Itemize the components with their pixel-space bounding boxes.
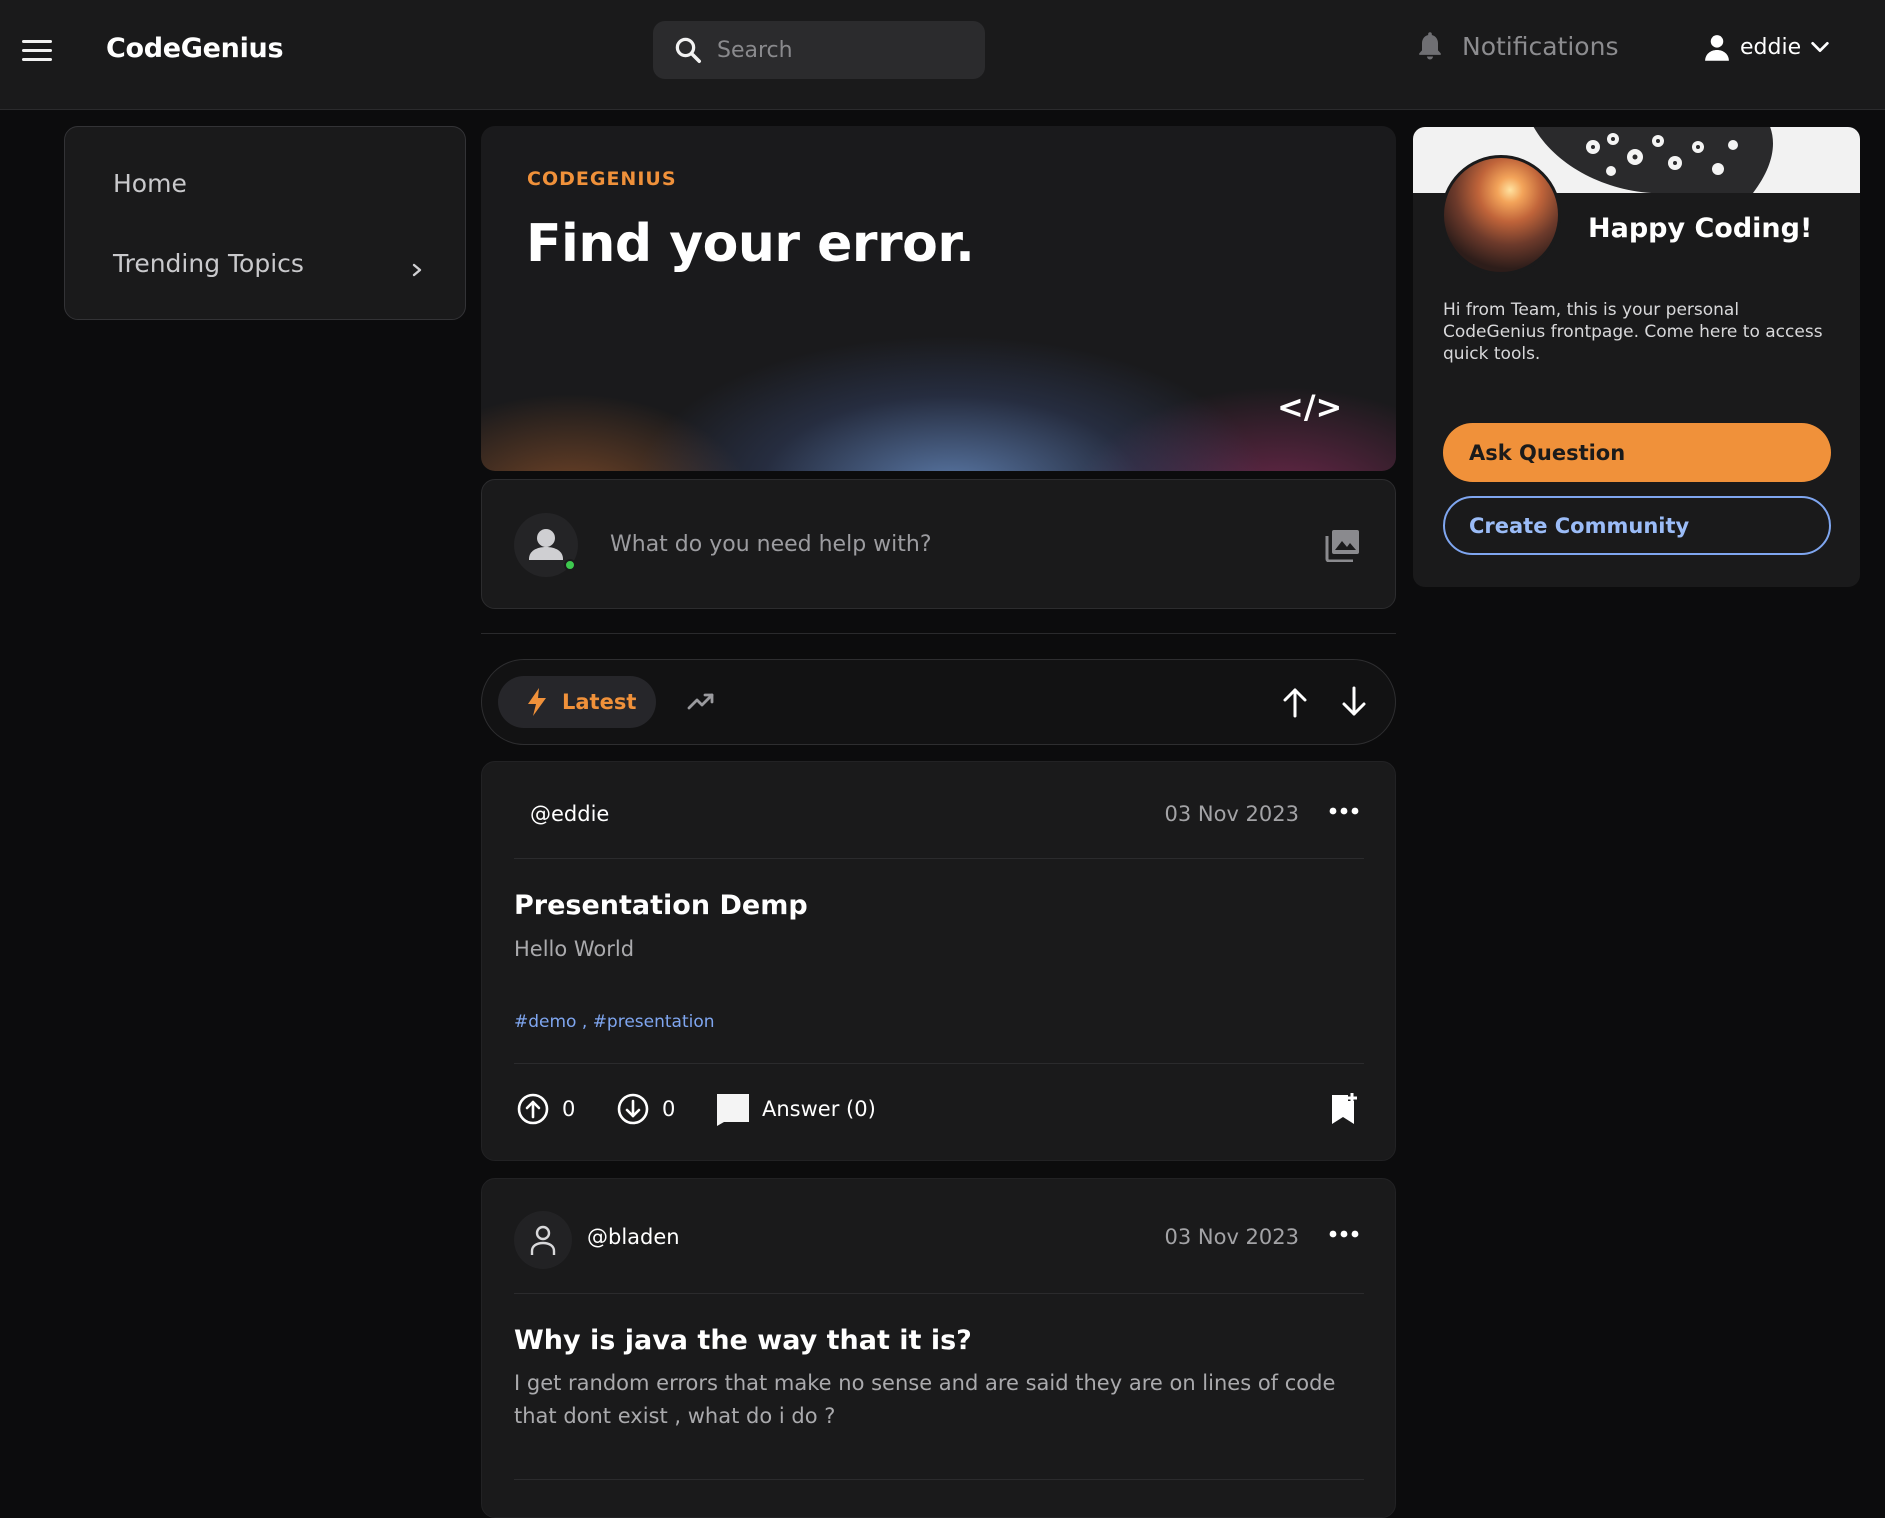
post-divider bbox=[514, 1293, 1364, 1294]
post-title[interactable]: Why is java the way that it is? bbox=[514, 1325, 972, 1356]
downvote-icon bbox=[617, 1093, 649, 1125]
post-body: Hello World bbox=[514, 937, 635, 961]
user-icon bbox=[1705, 35, 1729, 61]
sidebar: Home Trending Topics bbox=[64, 126, 466, 320]
question-input[interactable] bbox=[610, 522, 1260, 566]
post-card[interactable]: @bladen 03 Nov 2023 Why is java the way … bbox=[481, 1178, 1396, 1518]
post-title[interactable]: Presentation Demp bbox=[514, 890, 808, 921]
sort-bar: Latest bbox=[481, 659, 1396, 745]
hero-banner: CODEGENIUS Find your error. </> bbox=[481, 126, 1396, 471]
avatar[interactable] bbox=[514, 1211, 572, 1269]
code-icon: </> bbox=[1277, 388, 1343, 426]
search-input[interactable] bbox=[717, 37, 957, 63]
tag-link[interactable]: #presentation bbox=[593, 1012, 715, 1032]
question-composer bbox=[481, 479, 1396, 609]
upvote-icon bbox=[517, 1093, 549, 1125]
downvote-button[interactable]: 0 bbox=[616, 1092, 675, 1126]
menu-icon[interactable] bbox=[22, 38, 54, 62]
latest-sort-label: Latest bbox=[562, 690, 637, 714]
upvote-button[interactable]: 0 bbox=[516, 1092, 575, 1126]
chevron-right-icon[interactable] bbox=[410, 262, 424, 278]
divider bbox=[481, 633, 1396, 634]
post-author[interactable]: @eddie bbox=[530, 802, 609, 826]
user-menu[interactable]: eddie bbox=[1702, 32, 1831, 62]
hero-title: Find your error. bbox=[526, 214, 975, 274]
comment-icon bbox=[717, 1094, 749, 1126]
sidebar-item-home[interactable]: Home bbox=[113, 169, 187, 198]
search-bar[interactable] bbox=[653, 21, 985, 79]
arrow-up-icon[interactable] bbox=[1280, 682, 1310, 722]
panel-description: Hi from Team, this is your personal Code… bbox=[1443, 300, 1823, 364]
post-divider bbox=[514, 858, 1364, 859]
tag-link[interactable]: #demo bbox=[514, 1012, 576, 1032]
more-options-icon[interactable] bbox=[1329, 804, 1359, 818]
downvote-count: 0 bbox=[662, 1097, 676, 1121]
trending-icon[interactable] bbox=[686, 686, 716, 716]
arrow-down-icon[interactable] bbox=[1339, 682, 1369, 722]
bookmark-add-icon[interactable] bbox=[1329, 1092, 1359, 1126]
sidebar-item-trending-topics[interactable]: Trending Topics bbox=[113, 249, 304, 278]
upvote-count: 0 bbox=[562, 1097, 576, 1121]
username-label: eddie bbox=[1740, 34, 1802, 60]
user-outline-icon bbox=[530, 1225, 556, 1255]
avatar[interactable] bbox=[514, 513, 578, 577]
hero-kicker: CODEGENIUS bbox=[527, 168, 677, 190]
post-author[interactable]: @bladen bbox=[587, 1225, 680, 1249]
answer-button[interactable]: Answer (0) bbox=[716, 1092, 876, 1126]
answer-label: Answer (0) bbox=[762, 1097, 876, 1121]
top-navbar: CodeGenius Notifications eddie bbox=[0, 0, 1885, 110]
welcome-panel: Happy Coding! Hi from Team, this is your… bbox=[1413, 127, 1860, 587]
post-divider bbox=[514, 1479, 1364, 1480]
more-options-icon[interactable] bbox=[1329, 1227, 1359, 1241]
latest-sort-button[interactable]: Latest bbox=[498, 676, 656, 728]
post-body: I get random errors that make no sense a… bbox=[514, 1371, 1336, 1428]
post-tags: #demo , #presentation bbox=[514, 1012, 715, 1032]
search-icon bbox=[675, 37, 701, 63]
bell-icon bbox=[1419, 32, 1441, 60]
chevron-down-icon bbox=[1811, 41, 1829, 53]
post-date: 03 Nov 2023 bbox=[1164, 802, 1299, 826]
online-status-dot bbox=[564, 559, 576, 571]
brand-logo[interactable]: CodeGenius bbox=[106, 33, 284, 64]
create-community-button[interactable]: Create Community bbox=[1443, 496, 1831, 555]
post-card[interactable]: @eddie 03 Nov 2023 Presentation Demp Hel… bbox=[481, 761, 1396, 1161]
post-divider bbox=[514, 1063, 1364, 1064]
ask-question-button[interactable]: Ask Question bbox=[1443, 423, 1831, 482]
profile-avatar[interactable] bbox=[1441, 155, 1561, 275]
post-date: 03 Nov 2023 bbox=[1164, 1225, 1299, 1249]
notifications-label: Notifications bbox=[1462, 31, 1619, 61]
lightning-icon bbox=[528, 688, 546, 716]
tag-separator: , bbox=[581, 1012, 588, 1032]
image-upload-icon[interactable] bbox=[1325, 528, 1361, 562]
notifications-button[interactable]: Notifications bbox=[1416, 30, 1618, 62]
panel-heading: Happy Coding! bbox=[1588, 213, 1813, 244]
